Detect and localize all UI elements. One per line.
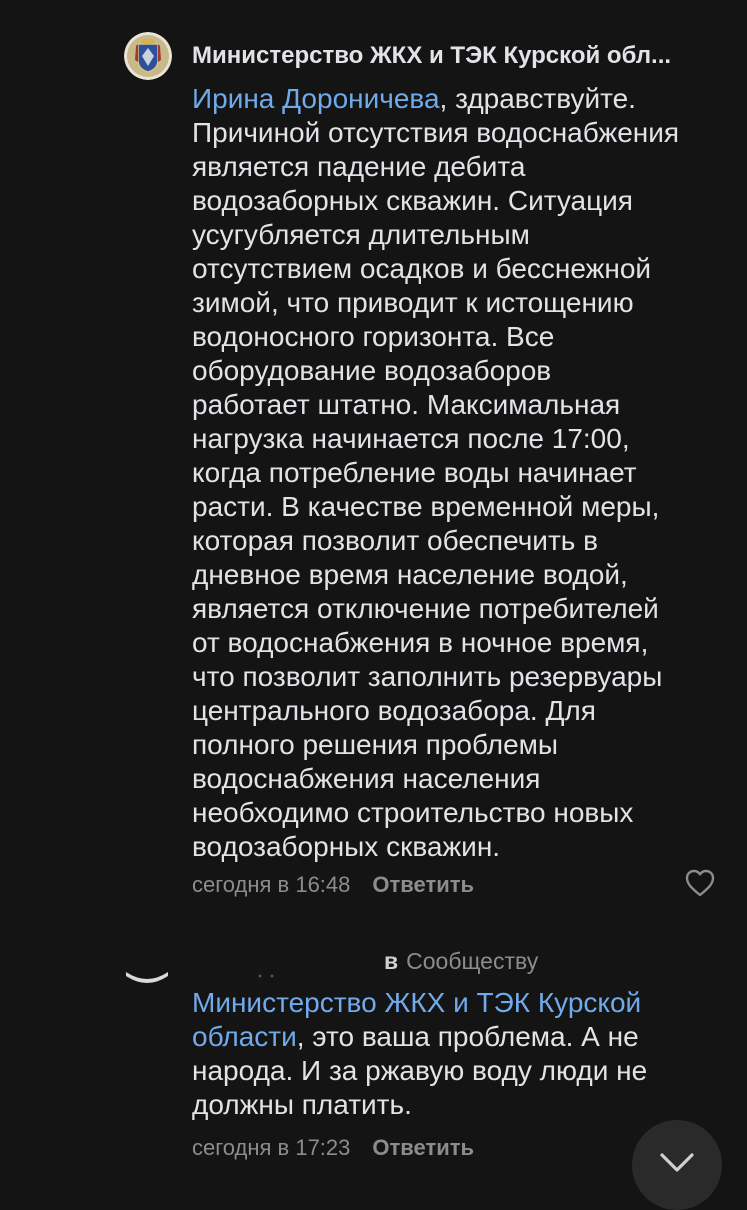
reply-text: Министерство ЖКХ и ТЭК Курской области, … — [192, 986, 722, 1122]
comment-meta: сегодня в 16:48 Ответить — [192, 872, 474, 898]
ministry-avatar[interactable] — [124, 32, 172, 80]
comment-time: сегодня в 16:48 — [192, 872, 351, 897]
reply-time: сегодня в 17:23 — [192, 1135, 351, 1160]
reply-button[interactable]: Ответить — [372, 1135, 474, 1160]
comment-author[interactable]: Министерство ЖКХ и ТЭК Курской обл... — [192, 42, 722, 70]
reply-target: в Сообществу — [384, 948, 538, 975]
reply-meta: сегодня в 17:23 Ответить — [192, 1135, 474, 1161]
heart-outline-icon[interactable] — [684, 868, 716, 898]
user-avatar[interactable] — [120, 958, 174, 986]
scroll-down-button[interactable] — [632, 1120, 722, 1210]
chevron-down-icon — [660, 1153, 694, 1172]
reply-target-name[interactable]: Сообществу — [406, 948, 538, 974]
reply-preposition: в — [384, 948, 399, 974]
comment-body: , здравствуйте. Причиной отсутствия водо… — [192, 83, 680, 862]
coat-of-arms-icon — [124, 32, 172, 80]
user-name-hidden — [250, 966, 370, 978]
reply-button[interactable]: Ответить — [372, 872, 474, 897]
mention-link[interactable]: Ирина Дороничева — [192, 83, 440, 114]
comment-text: Ирина Дороничева, здравствуйте. Причиной… — [192, 82, 722, 864]
